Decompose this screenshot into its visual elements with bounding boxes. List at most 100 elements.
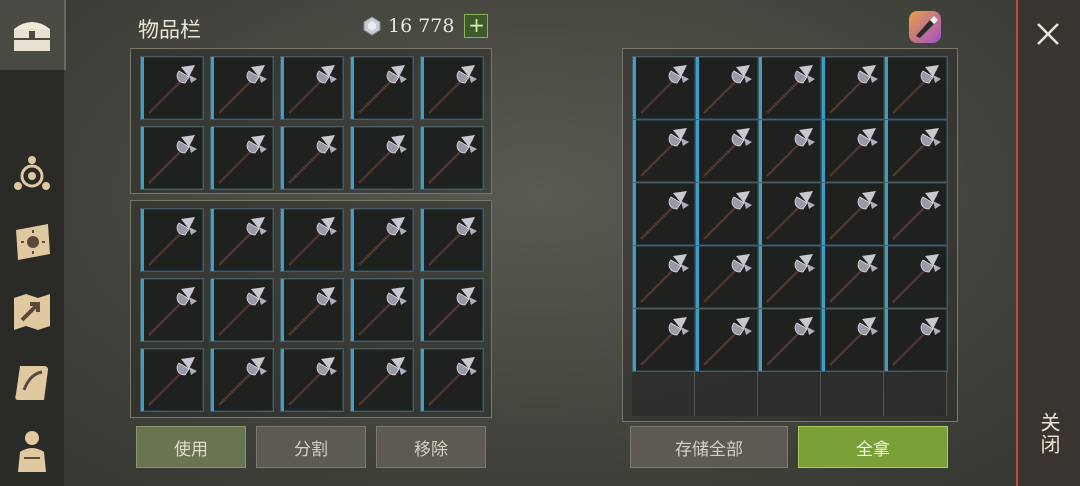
item-slot[interactable] — [140, 278, 204, 342]
left-sidebar — [0, 0, 66, 486]
item-slot[interactable] — [280, 56, 344, 120]
item-slot[interactable] — [280, 126, 344, 190]
close-label[interactable]: 关闭 — [1034, 412, 1064, 456]
item-slot[interactable] — [210, 278, 274, 342]
close-icon[interactable] — [1032, 18, 1064, 50]
halberd-icon — [145, 213, 201, 269]
item-slot[interactable] — [420, 208, 484, 272]
add-currency-button[interactable]: + — [464, 14, 489, 38]
item-slot[interactable] — [350, 56, 414, 120]
item-slot[interactable] — [140, 208, 204, 272]
item-slot[interactable] — [350, 208, 414, 272]
item-slot[interactable] — [420, 348, 484, 412]
item-slot[interactable] — [695, 119, 759, 183]
item-slot[interactable] — [884, 182, 948, 246]
item-slot[interactable] — [884, 119, 948, 183]
item-slot[interactable] — [632, 245, 696, 309]
sidebar-item-inventory[interactable] — [0, 0, 66, 70]
halberd-icon — [637, 313, 693, 369]
empty-slot[interactable] — [821, 372, 884, 416]
halberd-icon — [355, 283, 411, 339]
item-slot[interactable] — [695, 308, 759, 372]
sidebar-item-crafting[interactable] — [6, 356, 58, 408]
item-slot[interactable] — [821, 119, 885, 183]
halberd-icon — [145, 353, 201, 409]
sidebar-item-character[interactable] — [6, 424, 58, 476]
empty-slot[interactable] — [758, 372, 821, 416]
item-slot[interactable] — [140, 126, 204, 190]
item-slot[interactable] — [350, 126, 414, 190]
sidebar-item-engrams[interactable] — [6, 148, 58, 200]
halberd-icon — [889, 313, 945, 369]
item-slot[interactable] — [140, 348, 204, 412]
item-slot[interactable] — [420, 126, 484, 190]
item-slot[interactable] — [350, 348, 414, 412]
halberd-icon — [826, 250, 882, 306]
item-slot[interactable] — [821, 182, 885, 246]
item-slot[interactable] — [758, 182, 822, 246]
item-slot[interactable] — [821, 56, 885, 120]
halberd-icon — [763, 124, 819, 180]
halberd-icon — [637, 61, 693, 117]
halberd-icon — [889, 187, 945, 243]
halberd-icon — [763, 250, 819, 306]
item-slot[interactable] — [884, 245, 948, 309]
paint-brush-icon[interactable] — [906, 8, 944, 46]
halberd-icon — [826, 313, 882, 369]
halberd-icon — [425, 213, 481, 269]
character-icon — [18, 431, 46, 472]
halberd-icon — [700, 187, 756, 243]
halberd-icon — [637, 124, 693, 180]
halberd-icon — [700, 61, 756, 117]
item-slot[interactable] — [420, 278, 484, 342]
halberd-icon — [700, 124, 756, 180]
remove-button[interactable]: 移除 — [376, 426, 486, 468]
halberd-icon — [285, 61, 341, 117]
use-button[interactable]: 使用 — [136, 426, 246, 468]
item-slot[interactable] — [821, 245, 885, 309]
halberd-icon — [637, 250, 693, 306]
halberd-icon — [145, 131, 201, 187]
sidebar-item-tribe[interactable] — [6, 216, 58, 268]
item-slot[interactable] — [632, 308, 696, 372]
currency-display: 16 778 + — [362, 14, 489, 38]
chest-icon — [14, 22, 50, 51]
item-slot[interactable] — [632, 56, 696, 120]
item-slot[interactable] — [632, 182, 696, 246]
item-slot[interactable] — [758, 245, 822, 309]
halberd-icon — [355, 353, 411, 409]
take-all-button[interactable]: 全拿 — [798, 426, 948, 468]
item-slot[interactable] — [280, 348, 344, 412]
item-slot[interactable] — [280, 208, 344, 272]
empty-slot[interactable] — [632, 372, 695, 416]
item-slot[interactable] — [210, 208, 274, 272]
item-slot[interactable] — [210, 56, 274, 120]
item-slot[interactable] — [821, 308, 885, 372]
item-slot[interactable] — [884, 308, 948, 372]
empty-slot[interactable] — [695, 372, 758, 416]
item-slot[interactable] — [695, 182, 759, 246]
sidebar-item-map[interactable] — [6, 286, 58, 338]
item-slot[interactable] — [758, 308, 822, 372]
item-slot[interactable] — [884, 56, 948, 120]
item-slot[interactable] — [210, 348, 274, 412]
item-slot[interactable] — [350, 278, 414, 342]
halberd-icon — [425, 131, 481, 187]
halberd-icon — [826, 124, 882, 180]
store-all-button[interactable]: 存储全部 — [630, 426, 788, 468]
item-slot[interactable] — [758, 56, 822, 120]
item-slot[interactable] — [280, 278, 344, 342]
halberd-icon — [763, 61, 819, 117]
halberd-icon — [355, 213, 411, 269]
item-slot[interactable] — [695, 245, 759, 309]
item-slot[interactable] — [695, 56, 759, 120]
item-slot[interactable] — [140, 56, 204, 120]
halberd-icon — [826, 187, 882, 243]
item-slot[interactable] — [632, 119, 696, 183]
split-button[interactable]: 分割 — [256, 426, 366, 468]
item-slot[interactable] — [420, 56, 484, 120]
empty-slot[interactable] — [884, 372, 947, 416]
item-slot[interactable] — [758, 119, 822, 183]
item-slot[interactable] — [210, 126, 274, 190]
halberd-icon — [889, 61, 945, 117]
